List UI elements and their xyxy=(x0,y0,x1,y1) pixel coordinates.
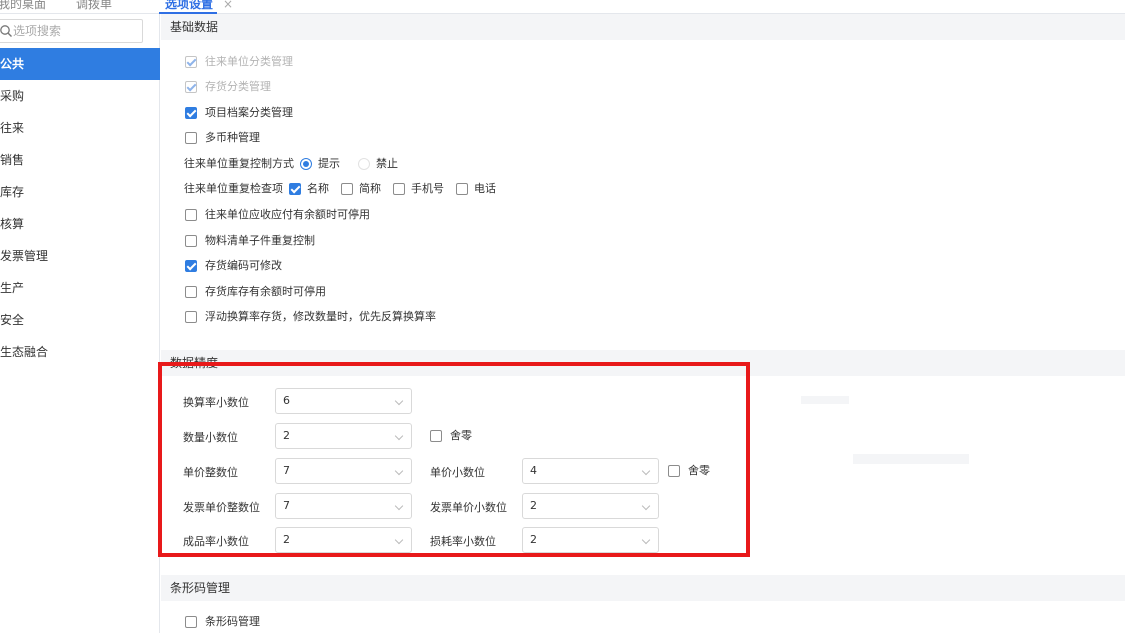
label-unit-price-integer: 单价整数位 xyxy=(183,466,238,479)
background-artifact xyxy=(801,396,849,404)
select-conversion-rate-decimals[interactable]: 6 xyxy=(275,388,412,414)
sidebar-item-ecosystem[interactable]: 生态融合 xyxy=(0,336,160,368)
checkbox[interactable] xyxy=(185,107,197,119)
tab-my-desktop[interactable]: 我的桌面 xyxy=(0,0,46,14)
search-box xyxy=(0,19,143,43)
checkbox[interactable] xyxy=(185,260,197,272)
checkbox[interactable] xyxy=(185,209,197,221)
label-invoice-price-integer: 发票单价整数位 xyxy=(183,501,260,514)
sidebar-item-security[interactable]: 安全 xyxy=(0,304,160,336)
option-barcode-management[interactable]: 条形码管理 xyxy=(185,612,260,632)
option-quantity-round-off[interactable]: 舍零 xyxy=(430,426,472,446)
label-loss-rate-decimals: 损耗率小数位 xyxy=(430,535,496,548)
option-floating-rate[interactable]: 浮动换算率存货，修改数量时，优先反算换算率 xyxy=(185,307,436,327)
chevron-down-icon xyxy=(641,501,651,511)
checkbox[interactable] xyxy=(185,311,197,323)
dup-check-row: 往来单位重复检查项 名称 简称 手机号 电话 xyxy=(184,182,496,195)
checkbox[interactable] xyxy=(185,132,197,144)
checkbox[interactable] xyxy=(185,616,197,628)
select-unit-price-decimals[interactable]: 4 xyxy=(522,458,659,484)
select-loss-rate-decimals[interactable]: 2 xyxy=(522,527,659,553)
sidebar-item-sales[interactable]: 销售 xyxy=(0,144,160,176)
checkbox[interactable] xyxy=(185,235,197,247)
label-conversion-rate-decimals: 换算率小数位 xyxy=(183,396,249,409)
sidebar-item-accounting[interactable]: 核算 xyxy=(0,208,160,240)
checkbox[interactable] xyxy=(185,286,197,298)
chevron-down-icon xyxy=(394,535,404,545)
select-unit-price-integer[interactable]: 7 xyxy=(275,458,412,484)
chevron-down-icon xyxy=(394,501,404,511)
select-invoice-price-decimals[interactable]: 2 xyxy=(522,493,659,519)
option-unit-price-round-off[interactable]: 舍零 xyxy=(668,461,710,481)
option-multi-currency[interactable]: 多币种管理 xyxy=(185,128,260,148)
sidebar-item-accounts[interactable]: 往来 xyxy=(0,112,160,144)
option-inv-code-editable[interactable]: 存货编码可修改 xyxy=(185,256,282,276)
sidebar-item-purchase[interactable]: 采购 xyxy=(0,80,160,112)
close-tab-icon[interactable]: × xyxy=(223,0,233,11)
chevron-down-icon xyxy=(641,466,651,476)
checkbox-name[interactable] xyxy=(289,183,301,195)
option-disable-with-balance[interactable]: 往来单位应收应付有余额时可停用 xyxy=(185,205,370,225)
chevron-down-icon xyxy=(394,396,404,406)
sidebar-item-inventory[interactable]: 库存 xyxy=(0,176,160,208)
select-quantity-decimals[interactable]: 2 xyxy=(275,423,412,449)
radio-prompt[interactable] xyxy=(300,158,312,170)
checkbox[interactable] xyxy=(668,465,680,477)
select-invoice-price-integer[interactable]: 7 xyxy=(275,493,412,519)
label-quantity-decimals: 数量小数位 xyxy=(183,431,238,444)
sidebar-item-invoice[interactable]: 发票管理 xyxy=(0,240,160,272)
select-yield-rate-decimals[interactable]: 2 xyxy=(275,527,412,553)
search-input[interactable] xyxy=(13,22,133,40)
option-inventory-category[interactable]: 存货分类管理 xyxy=(185,77,271,97)
label-unit-price-decimals: 单价小数位 xyxy=(430,466,485,479)
section-barcode-title: 条形码管理 xyxy=(161,575,1125,601)
radio-forbid[interactable] xyxy=(358,158,370,170)
sidebar-item-production[interactable]: 生产 xyxy=(0,272,160,304)
option-partner-category[interactable]: 往来单位分类管理 xyxy=(185,52,293,72)
section-basic-data-title: 基础数据 xyxy=(161,14,1125,40)
label-invoice-price-decimals: 发票单价小数位 xyxy=(430,501,507,514)
dup-control-row: 往来单位重复控制方式 提示 禁止 xyxy=(184,157,398,170)
background-artifact xyxy=(853,454,969,464)
tab-transfer-order[interactable]: 调拨单 xyxy=(76,0,112,14)
main-panel: 基础数据 往来单位分类管理 存货分类管理 项目档案分类管理 多币种管理 往来单位… xyxy=(161,14,1125,633)
checkbox[interactable] xyxy=(430,430,442,442)
chevron-down-icon xyxy=(641,535,651,545)
option-project-category[interactable]: 项目档案分类管理 xyxy=(185,103,293,123)
checkbox[interactable] xyxy=(185,56,197,68)
chevron-down-icon xyxy=(394,431,404,441)
tab-bar: 我的桌面 调拨单 选项设置 × xyxy=(0,0,1125,14)
checkbox[interactable] xyxy=(185,81,197,93)
checkbox-phone[interactable] xyxy=(456,183,468,195)
search-icon xyxy=(0,25,12,37)
section-data-precision-title: 数据精度 xyxy=(161,350,1125,376)
chevron-down-icon xyxy=(394,466,404,476)
checkbox-mobile[interactable] xyxy=(393,183,405,195)
sidebar-item-public[interactable]: 公共 xyxy=(0,48,160,80)
tab-options-settings[interactable]: 选项设置 × xyxy=(158,0,233,14)
label-yield-rate-decimals: 成品率小数位 xyxy=(183,535,249,548)
option-inv-disable-with-stock[interactable]: 存货库存有余额时可停用 xyxy=(185,282,326,302)
checkbox-short-name[interactable] xyxy=(341,183,353,195)
sidebar: 公共 采购 往来 销售 库存 核算 发票管理 生产 安全 生态融合 xyxy=(0,14,160,633)
option-bom-child-dup[interactable]: 物料清单子件重复控制 xyxy=(185,231,315,251)
